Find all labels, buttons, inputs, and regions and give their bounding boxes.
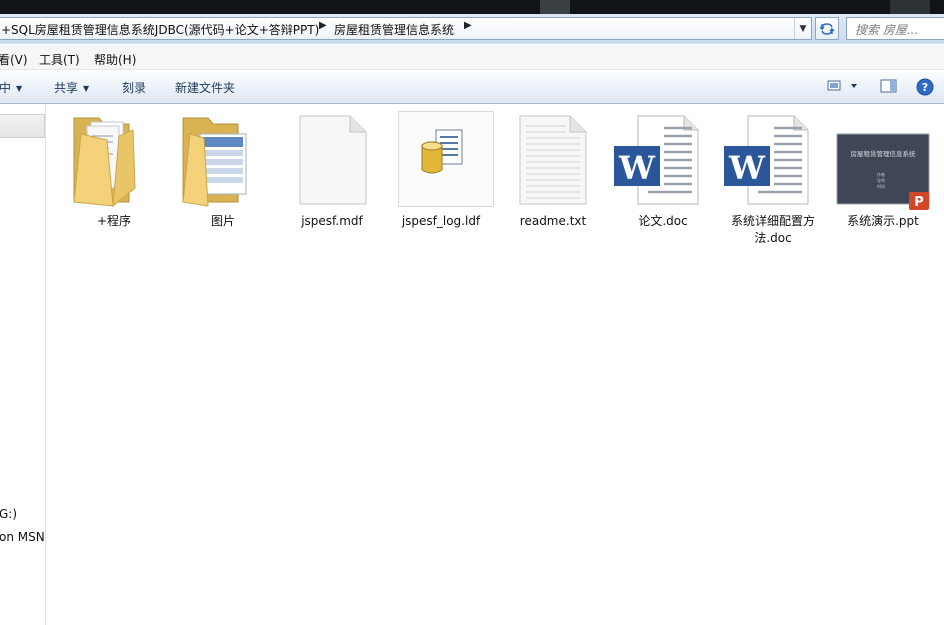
ppt-thumbnail-line: 时间 [877,183,885,189]
taskbar-glow [540,0,570,14]
svg-text:?: ? [922,81,928,94]
file-name: jspesf.mdf [301,214,363,228]
nav-selected-item[interactable] [0,114,45,138]
file-name: 图片 [210,214,235,228]
burn-button[interactable]: 刻录 [122,79,146,96]
include-in-library-button[interactable]: 中 ▼ [0,79,22,96]
blank-file-icon [299,115,367,205]
search-input[interactable]: 搜索 房屋... [846,17,944,40]
svg-text:W: W [728,149,766,187]
ppt-thumbnail-title: 房屋租赁管理信息系统 [851,149,917,158]
share-label: 共享 [54,81,79,95]
share-button[interactable]: 共享 ▼ [54,79,89,96]
address-bar[interactable]: +SQL房屋租赁管理信息系统JDBC(源代码+论文+答辩PPT) ▶ 房屋租赁管… [0,17,812,40]
ppt-thumbnail-line: 导师 [877,177,885,183]
nav-msn[interactable]: on MSN [0,530,45,544]
address-history-dropdown[interactable]: ▼ [794,18,811,39]
menu-help[interactable]: 帮助(H) [94,51,136,68]
address-row: +SQL房屋租赁管理信息系统JDBC(源代码+论文+答辩PPT) ▶ 房屋租赁管… [0,14,944,44]
help-icon: ? [916,78,934,96]
refresh-icon [819,22,835,35]
taskbar-glow [890,0,930,14]
file-name: readme.txt [519,214,587,228]
view-icon [827,80,857,91]
refresh-button[interactable] [815,17,839,40]
breadcrumb-chevron-icon[interactable]: ▶ [464,20,472,31]
word-doc-icon: W [614,115,699,205]
menu-bar: 看(V) 工具(T) 帮助(H) [0,45,944,70]
file-name: jspesf_log.ldf [401,214,481,228]
svg-text:P: P [914,195,924,210]
nav-drive-g[interactable]: G:) [0,507,17,521]
file-list: +程序 图片 jspesf.mdf jspesf_log.ldf readme.… [46,104,944,625]
chevron-down-icon: ▼ [16,84,23,93]
text-file-icon [519,115,587,205]
breadcrumb-parent[interactable]: +SQL房屋租赁管理信息系统JDBC(源代码+论文+答辩PPT) [1,21,319,38]
chevron-down-icon: ▼ [83,84,90,93]
file-name: 系统详细配置方法.doc [730,214,815,245]
folder-icon [73,117,136,208]
database-icon [421,129,463,174]
include-label: 中 [0,81,12,95]
search-placeholder: 搜索 房屋... [855,23,919,37]
menu-tools[interactable]: 工具(T) [39,51,80,68]
breadcrumb-chevron-icon[interactable]: ▶ [319,20,327,31]
preview-pane-icon [880,79,897,93]
new-folder-button[interactable]: 新建文件夹 [175,79,235,96]
command-bar: 中 ▼ 共享 ▼ 刻录 新建文件夹 ? [0,70,944,104]
menu-view[interactable]: 看(V) [0,51,28,68]
chevron-down-icon: ▼ [799,23,807,34]
ppt-thumbnail-line: 作者 [877,171,885,177]
change-view-button[interactable] [827,78,861,97]
word-doc-icon: W [724,115,809,205]
file-name: 论文.doc [638,214,688,228]
breadcrumb-current[interactable]: 房屋租赁管理信息系统 [334,21,454,38]
help-button[interactable]: ? [916,78,934,99]
file-name: +程序 [96,214,132,228]
desktop-strip [0,0,944,14]
powerpoint-thumbnail-icon: 房屋租赁管理信息系统 作者 导师 时间 P [836,133,930,210]
navigation-pane: G:) on MSN [0,104,46,625]
preview-pane-button[interactable] [880,78,898,97]
svg-text:W: W [618,149,656,187]
file-name: 系统演示.ppt [847,214,919,228]
folder-images-icon [182,117,247,207]
